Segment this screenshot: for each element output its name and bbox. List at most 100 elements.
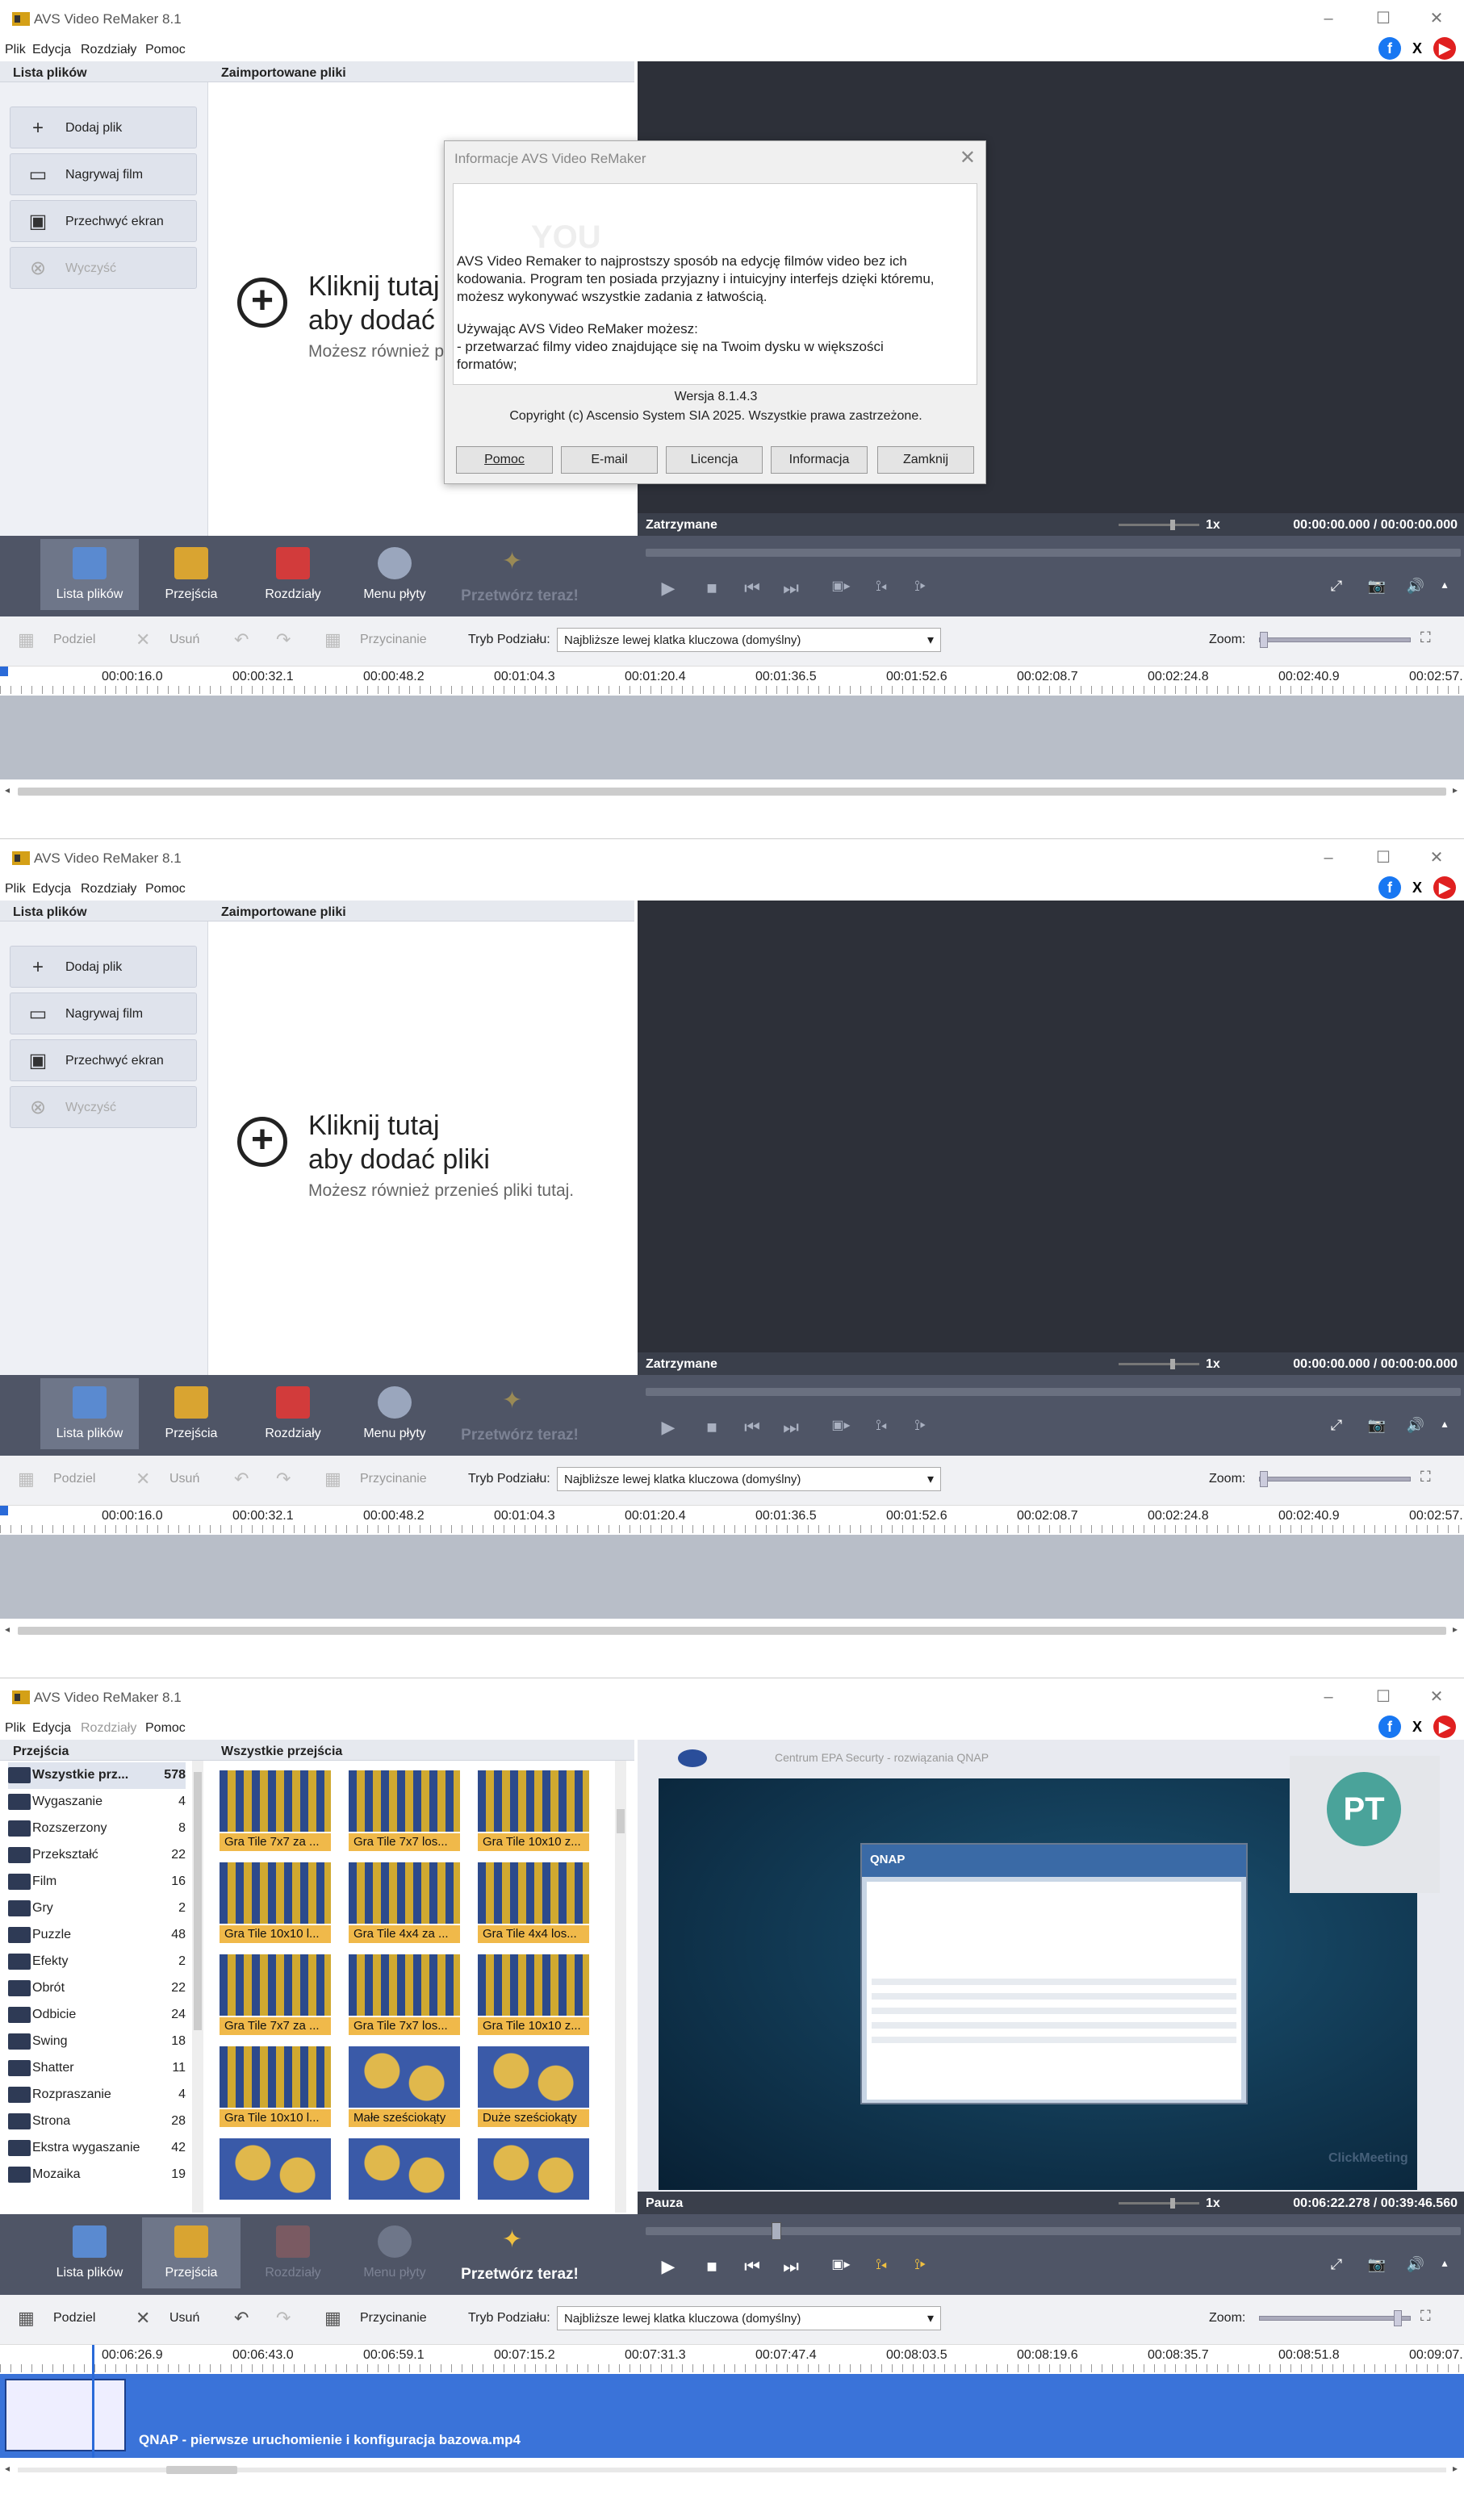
mark-out-button[interactable]: ⟟▸ — [907, 1417, 933, 1434]
menu-rozdzialy[interactable]: Rozdziały — [81, 882, 136, 896]
mark-out-button[interactable]: ⟟▸ — [907, 2256, 933, 2273]
split-button[interactable]: Podziel — [53, 633, 95, 647]
capture-screen-button[interactable]: ▣ Przechwyć ekran — [10, 200, 197, 242]
frame-step-button[interactable]: ▣▸ — [823, 2256, 859, 2272]
redo-icon[interactable]: ↷ — [276, 629, 291, 650]
seek-bar[interactable] — [646, 549, 1461, 557]
trim-button[interactable]: Przycinanie — [360, 633, 427, 647]
close-button[interactable]: ✕ — [1422, 846, 1451, 870]
timeline-scrollbar[interactable]: ◂ ▸ — [0, 1622, 1464, 1638]
trim-button[interactable]: Przycinanie — [360, 2311, 427, 2326]
timeline-track[interactable] — [0, 1535, 1464, 1619]
clear-button[interactable]: ⊗ Wyczyść — [10, 247, 197, 289]
snapshot-button[interactable]: 📷 — [1364, 1417, 1390, 1434]
transition-thumb[interactable] — [473, 2133, 594, 2204]
tab-chapters[interactable]: Rozdziały — [244, 1378, 342, 1449]
youtube-icon[interactable]: ▶ — [1433, 37, 1456, 60]
snapshot-button[interactable]: 📷 — [1364, 2256, 1390, 2273]
transition-thumb[interactable]: Duże sześciokąty — [473, 2041, 594, 2132]
category-item[interactable]: Przekształć 22 — [8, 1842, 186, 1869]
fit-icon[interactable]: ⛶ — [1420, 1469, 1431, 1486]
menu-rozdzialy[interactable]: Rozdziały — [81, 1721, 136, 1736]
email-button[interactable]: E-mail — [561, 446, 658, 474]
delete-button[interactable]: Usuń — [169, 1472, 199, 1486]
zoom-slider[interactable] — [1259, 632, 1411, 648]
dialog-text-box[interactable]: YOU AVS Video Remaker to najprostszy spo… — [453, 183, 977, 385]
category-item[interactable]: Mozaika 19 — [8, 2162, 186, 2188]
menu-pomoc[interactable]: Pomoc — [145, 1721, 186, 1736]
play-button[interactable]: ▶ — [655, 2256, 681, 2277]
transition-thumb[interactable]: Gra Tile 10x10 z... — [473, 1766, 594, 1856]
tab-transitions[interactable]: Przejścia — [142, 1378, 241, 1449]
transition-thumb[interactable]: Gra Tile 7x7 za ... — [215, 1766, 336, 1856]
seek-bar[interactable] — [646, 1388, 1461, 1396]
minimize-button[interactable]: – — [1314, 6, 1343, 31]
add-file-button[interactable]: + Dodaj plik — [10, 107, 197, 148]
menu-pomoc[interactable]: Pomoc — [145, 43, 186, 57]
timeline-scrollbar[interactable]: ◂ ▸ — [0, 2461, 1464, 2477]
info-button[interactable]: Informacja — [771, 446, 868, 474]
transition-thumb[interactable]: Gra Tile 10x10 z... — [473, 1950, 594, 2040]
clear-button[interactable]: ⊗ Wyczyść — [10, 1086, 197, 1128]
timeline-cursor-marker[interactable] — [0, 1506, 8, 1515]
next-frame-button[interactable]: ⏭ — [778, 1417, 804, 1438]
fullscreen-button[interactable]: ⤢ — [1324, 578, 1349, 595]
mark-in-button[interactable]: ⟟◂ — [868, 578, 894, 595]
play-button[interactable]: ▶ — [655, 578, 681, 599]
tab-transitions[interactable]: Przejścia — [142, 2217, 241, 2288]
mark-in-button[interactable]: ⟟◂ — [868, 1417, 894, 1434]
dialog-close-icon[interactable]: ✕ — [960, 146, 976, 169]
split-mode-select[interactable]: Najbliższe lewej klatka kluczowa (domyśl… — [557, 628, 941, 652]
close-button[interactable]: ✕ — [1422, 1685, 1451, 1709]
category-item[interactable]: Wygaszanie 4 — [8, 1789, 186, 1816]
mark-in-button[interactable]: ⟟◂ — [868, 2256, 894, 2273]
timeline-cursor-marker[interactable] — [0, 667, 8, 676]
zoom-slider[interactable] — [1259, 2310, 1411, 2326]
prev-frame-button[interactable]: ⏮ — [739, 578, 765, 599]
undo-icon[interactable]: ↶ — [234, 2308, 249, 2329]
facebook-icon[interactable]: f — [1378, 876, 1401, 899]
redo-icon[interactable]: ↷ — [276, 2308, 291, 2329]
timeline-ruler[interactable]: 00:00:16.0 00:00:32.1 00:00:48.2 00:01:0… — [0, 1506, 1464, 1535]
facebook-icon[interactable]: f — [1378, 1716, 1401, 1738]
minimize-button[interactable]: – — [1314, 1685, 1343, 1709]
prev-frame-button[interactable]: ⏮ — [739, 2256, 765, 2277]
tab-disc-menu[interactable]: Menu płyty — [345, 2217, 444, 2288]
category-item[interactable]: Gry 2 — [8, 1895, 186, 1922]
process-now-button[interactable]: ✦ Przetwórz teraz! — [458, 539, 581, 610]
category-item[interactable]: Rozpraszanie 4 — [8, 2082, 186, 2108]
speed-slider[interactable] — [1119, 520, 1199, 530]
mark-out-button[interactable]: ⟟▸ — [907, 578, 933, 595]
category-item[interactable]: Film 16 — [8, 1869, 186, 1895]
next-frame-button[interactable]: ⏭ — [778, 2256, 804, 2277]
close-button[interactable]: ✕ — [1422, 6, 1451, 31]
x-icon[interactable]: X — [1406, 1716, 1428, 1738]
next-frame-button[interactable]: ⏭ — [778, 578, 804, 599]
menu-edycja[interactable]: Edycja — [32, 43, 71, 57]
delete-button[interactable]: Usuń — [169, 633, 199, 647]
volume-button[interactable]: 🔊 — [1403, 1417, 1428, 1434]
x-icon[interactable]: X — [1406, 876, 1428, 899]
fit-icon[interactable]: ⛶ — [1420, 629, 1431, 646]
record-video-button[interactable]: ▭ Nagrywaj film — [10, 993, 197, 1034]
menu-pomoc[interactable]: Pomoc — [145, 882, 186, 896]
fit-icon[interactable]: ⛶ — [1420, 2308, 1431, 2325]
category-item[interactable]: Strona 28 — [8, 2108, 186, 2135]
process-now-button[interactable]: ✦ Przetwórz teraz! — [458, 1378, 581, 1449]
fullscreen-button[interactable]: ⤢ — [1324, 1417, 1349, 1434]
help-button[interactable]: Pomoc — [456, 446, 553, 474]
speed-slider[interactable] — [1119, 1359, 1199, 1369]
prev-frame-button[interactable]: ⏮ — [739, 1417, 765, 1438]
add-file-button[interactable]: + Dodaj plik — [10, 946, 197, 988]
undo-icon[interactable]: ↶ — [234, 1469, 249, 1490]
transition-thumb[interactable]: Gra Tile 7x7 los... — [344, 1766, 465, 1856]
timeline-track[interactable] — [0, 696, 1464, 779]
split-button[interactable]: Podziel — [53, 2311, 95, 2326]
timeline-ruler[interactable]: 00:00:16.0 00:00:32.1 00:00:48.2 00:01:0… — [0, 667, 1464, 696]
tab-file-list[interactable]: Lista plików — [40, 1378, 139, 1449]
tab-disc-menu[interactable]: Menu płyty — [345, 1378, 444, 1449]
process-now-button[interactable]: ✦ Przetwórz teraz! — [458, 2217, 581, 2288]
transition-thumb[interactable]: Gra Tile 7x7 za ... — [215, 1950, 336, 2040]
transition-thumb[interactable]: Małe sześciokąty — [344, 2041, 465, 2132]
timeline-ruler[interactable]: 00:06:26.9 00:06:43.0 00:06:59.1 00:07:1… — [0, 2345, 1464, 2374]
